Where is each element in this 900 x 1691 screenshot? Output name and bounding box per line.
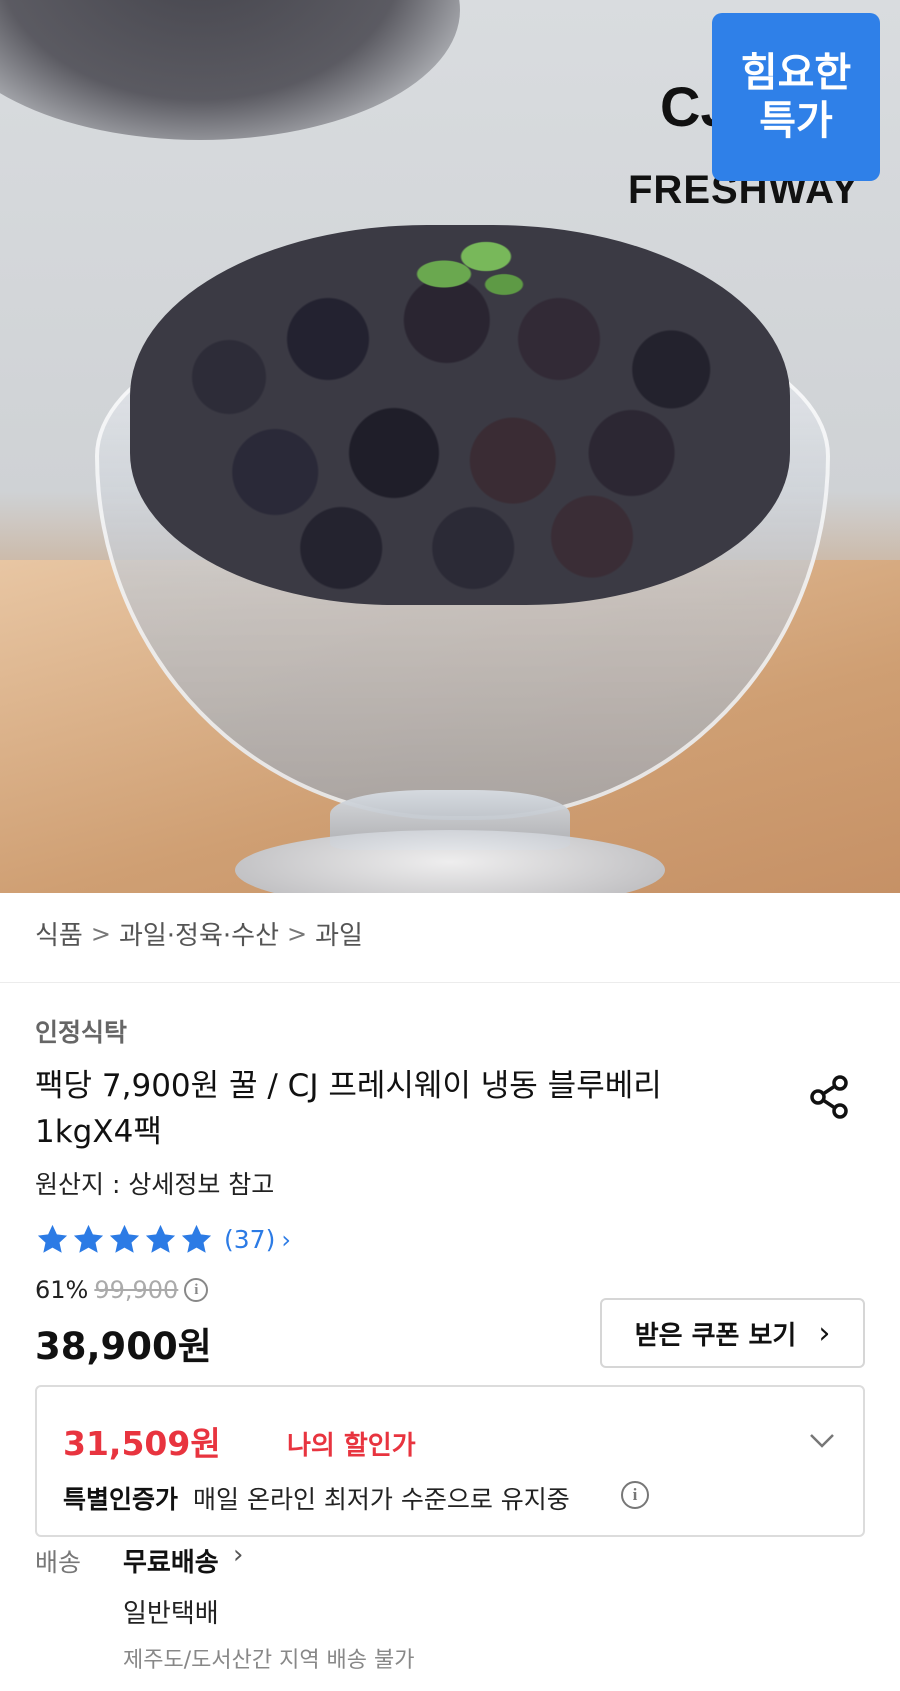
product-image[interactable]: CJ FRESHWAY 힘요한 특가 xyxy=(0,0,900,893)
product-page: CJ FRESHWAY 힘요한 특가 식품 > 과일·정육·수산 > 과일 인정… xyxy=(0,0,900,1691)
star-rating xyxy=(35,1222,214,1257)
special-cert-label: 특별인증가 xyxy=(63,1485,179,1514)
delivery-method: 일반택배 xyxy=(123,1599,219,1629)
free-shipping-link[interactable]: 무료배송 xyxy=(123,1542,219,1579)
star-icon xyxy=(73,1224,104,1253)
star-icon xyxy=(109,1224,140,1253)
my-discount-price: 31,509원 xyxy=(63,1424,221,1463)
chevron-right-icon: › xyxy=(281,1225,291,1254)
mint-leaf xyxy=(408,232,528,302)
product-title: 팩당 7,900원 꿀 / CJ 프레시웨이 냉동 블루베리 1kgX4팩 xyxy=(35,1068,662,1150)
discount-row: 61% 99,900 i xyxy=(35,1276,209,1304)
chevron-down-icon[interactable] xyxy=(807,1425,837,1455)
original-price: 99,900 xyxy=(94,1276,179,1304)
breadcrumb: 식품 > 과일·정육·수산 > 과일 xyxy=(35,915,363,952)
special-price-badge: 힘요한 특가 xyxy=(712,13,880,181)
delivery-label: 배송 xyxy=(35,1548,82,1577)
delivery-note: 제주도/도서산간 지역 배송 불가 xyxy=(123,1648,415,1673)
my-discount-label: 나의 할인가 xyxy=(287,1431,416,1461)
seller-name[interactable]: 인정식탁 xyxy=(35,1013,127,1049)
rating[interactable]: (37) › xyxy=(35,1222,291,1257)
chevron-right-icon: > xyxy=(287,919,308,948)
special-cert-desc: 매일 온라인 최저가 수준으로 유지중 xyxy=(193,1485,570,1514)
star-icon xyxy=(145,1224,176,1253)
chevron-right-icon: > xyxy=(90,919,111,948)
sale-price: 38,900원 xyxy=(35,1325,212,1368)
info-icon[interactable]: i xyxy=(184,1278,209,1302)
view-coupons-button[interactable]: 받은 쿠폰 보기 › xyxy=(600,1298,865,1368)
star-icon xyxy=(181,1224,212,1253)
share-icon[interactable] xyxy=(806,1073,854,1121)
discount-rate: 61% xyxy=(35,1276,89,1304)
chevron-right-icon: › xyxy=(233,1540,244,1570)
star-icon xyxy=(37,1224,68,1253)
my-discount-panel[interactable]: 31,509원 나의 할인가 특별인증가 매일 온라인 최저가 수준으로 유지중… xyxy=(35,1385,865,1537)
breadcrumb-item-fruit[interactable]: 과일 xyxy=(315,915,363,952)
breadcrumb-item-fresh[interactable]: 과일·정육·수산 xyxy=(119,915,279,952)
badge-line-2: 특가 xyxy=(759,98,833,144)
breadcrumb-item-food[interactable]: 식품 xyxy=(35,915,83,952)
badge-line-1: 힘요한 xyxy=(740,50,852,96)
review-count[interactable]: (37) xyxy=(224,1225,275,1254)
info-icon[interactable]: i xyxy=(621,1481,649,1509)
coupon-button-label: 받은 쿠폰 보기 xyxy=(634,1320,797,1351)
divider xyxy=(0,982,900,983)
background-bowl xyxy=(0,0,460,140)
origin-info: 원산지 : 상세정보 참고 xyxy=(35,1170,275,1199)
chevron-right-icon: › xyxy=(818,1315,831,1351)
